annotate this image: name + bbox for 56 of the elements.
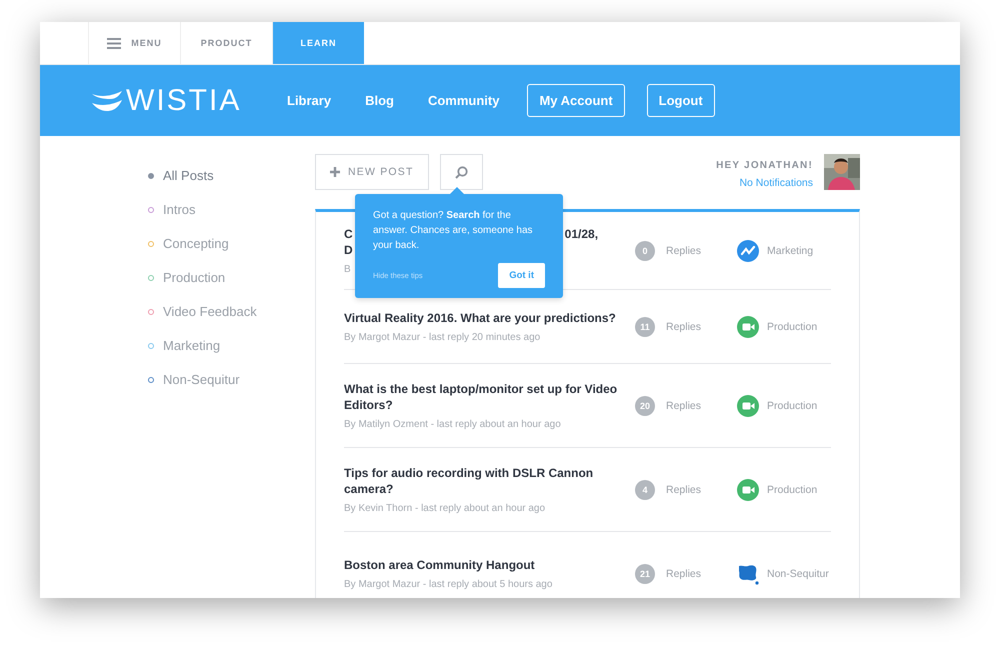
replies-label: Replies xyxy=(666,244,702,256)
new-post-button[interactable]: NEW POST xyxy=(315,154,429,190)
post-title[interactable]: 01/28, xyxy=(564,226,598,242)
post-title[interactable]: C xyxy=(344,226,353,242)
reply-count: 0 xyxy=(635,240,655,260)
search-button[interactable] xyxy=(440,154,483,190)
post-meta: By Matilyn Ozment - last reply about an hour ago xyxy=(344,419,561,430)
video-camera-icon xyxy=(737,394,759,416)
post-title[interactable]: Virtual Reality 2016. What are your predictions? xyxy=(344,310,616,326)
post-meta: By Margot Mazur - last reply about 5 hours ago xyxy=(344,579,552,590)
replies-label: Replies xyxy=(666,400,702,412)
blob-icon xyxy=(737,562,759,584)
replies-label: Replies xyxy=(666,484,702,496)
notifications-link[interactable]: No Notifications xyxy=(739,177,813,189)
post-title[interactable]: What is the best laptop/monitor set up for Video Editors? xyxy=(344,381,620,413)
category-label: Production xyxy=(767,400,818,412)
greeting: HEY JONATHAN! xyxy=(716,160,813,171)
category-label: Production xyxy=(767,320,818,332)
logo[interactable]: WISTIA xyxy=(92,84,281,118)
menu-icon xyxy=(107,38,122,48)
reply-count: 21 xyxy=(635,564,655,584)
category-label: Marketing xyxy=(767,244,814,256)
nav-link[interactable]: Blog xyxy=(359,85,400,116)
sidebar-item[interactable]: Marketing xyxy=(148,336,315,355)
replies-label: Replies xyxy=(666,568,702,580)
post-title[interactable]: D xyxy=(344,242,353,258)
video-camera-icon xyxy=(737,478,759,500)
plus-icon xyxy=(330,167,340,177)
reply-count: 4 xyxy=(635,480,655,500)
tip-text: Got a question? Search for the answer. Chances are, someone has your back. xyxy=(373,209,534,253)
sidebar-item[interactable]: Production xyxy=(148,268,315,287)
reply-count: 11 xyxy=(635,316,655,336)
reply-count: 20 xyxy=(635,396,655,416)
nav-tab[interactable]: LEARN xyxy=(272,22,364,64)
nav-link[interactable]: Library xyxy=(281,85,338,116)
logo-mark-icon xyxy=(92,90,122,110)
category-label: Production xyxy=(767,484,818,496)
post-meta: By Margot Mazur - last reply 20 minutes ago xyxy=(344,332,540,343)
sidebar-item[interactable]: Video Feedback xyxy=(148,302,315,321)
nav-link[interactable]: Community xyxy=(422,85,506,116)
trend-icon xyxy=(737,240,759,262)
category-label: Non-Sequitur xyxy=(767,568,829,580)
post-title[interactable]: Boston area Community Hangout xyxy=(344,557,535,573)
search-icon xyxy=(454,166,468,178)
nav-button[interactable]: My Account xyxy=(527,84,625,117)
video-camera-icon xyxy=(737,316,759,338)
nav-button[interactable]: Logout xyxy=(646,84,715,117)
sidebar-item[interactable]: All Posts xyxy=(148,166,315,185)
post-meta: B xyxy=(344,264,351,275)
replies-label: Replies xyxy=(666,320,702,332)
post-meta: By Kevin Thorn - last reply about an hour ago xyxy=(344,503,546,514)
sidebar-item[interactable]: Intros xyxy=(148,200,315,219)
post-title[interactable]: Tips for audio recording with DSLR Cannon camera? xyxy=(344,465,620,497)
got-it-button[interactable]: Got it xyxy=(498,263,545,288)
sidebar-item[interactable]: Non-Sequitur xyxy=(148,370,315,389)
sidebar-item[interactable]: Concepting xyxy=(148,234,315,253)
